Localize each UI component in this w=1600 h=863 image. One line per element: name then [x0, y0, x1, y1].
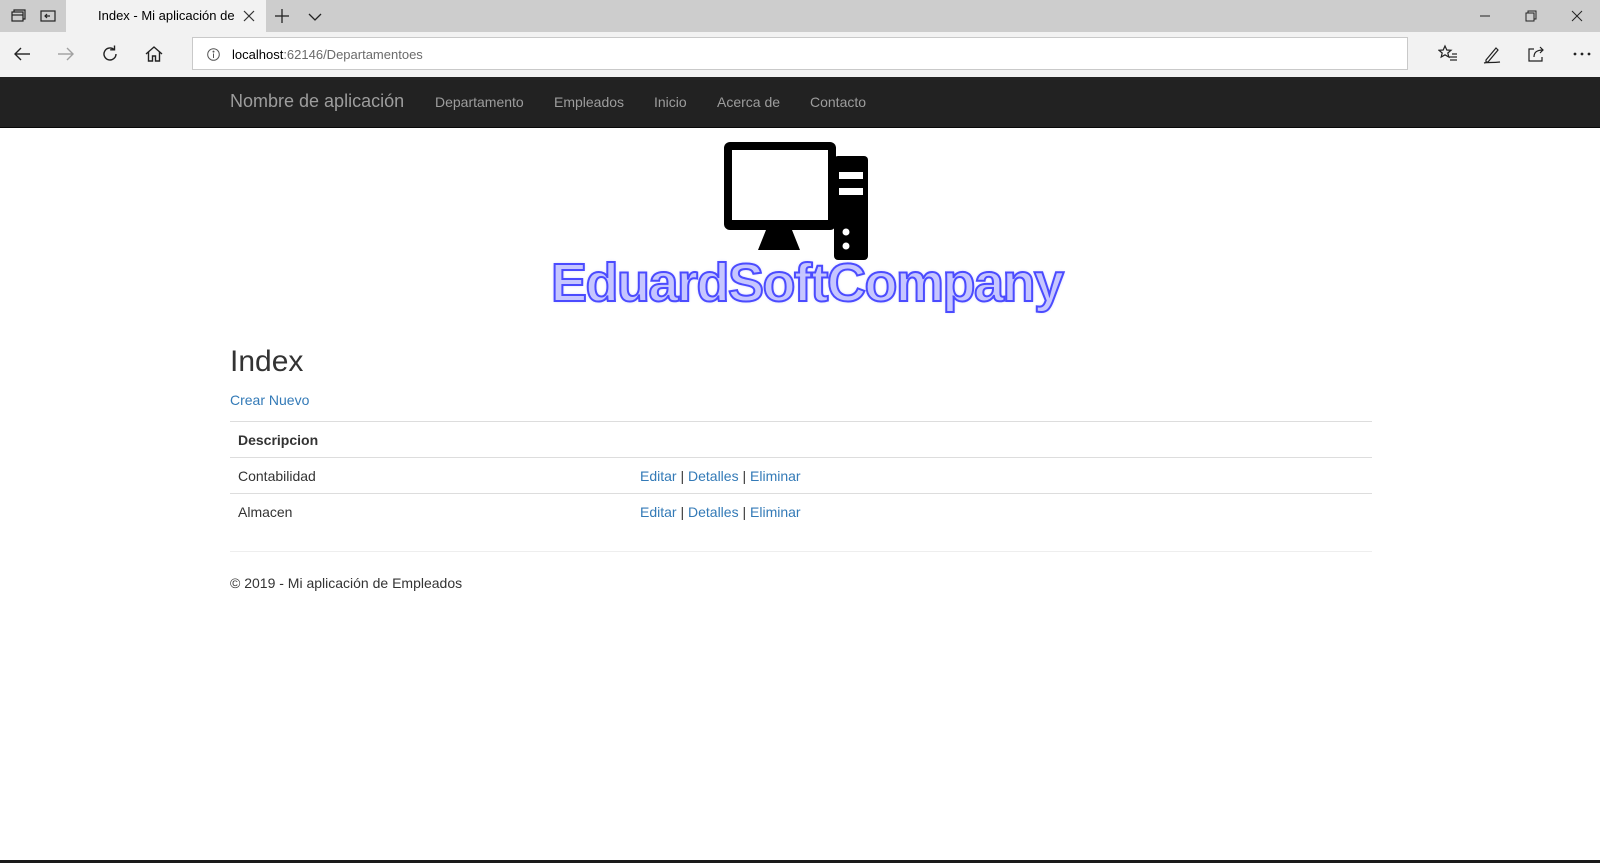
minimize-icon[interactable]: [1462, 0, 1508, 32]
close-icon[interactable]: [1554, 0, 1600, 32]
home-icon[interactable]: [143, 43, 165, 65]
more-icon[interactable]: [1572, 44, 1592, 64]
forward-arrow-icon[interactable]: [55, 43, 77, 65]
nav-link-contacto[interactable]: Contacto: [810, 94, 866, 110]
browser-tab-active[interactable]: Index - Mi aplicación de: [66, 0, 266, 32]
table-header-row: Descripcion: [230, 421, 1372, 458]
url-host: localhost: [232, 47, 284, 62]
page-title: Index: [230, 345, 304, 378]
cell-actions: Editar | Detalles | Eliminar: [632, 457, 1372, 494]
nav-link-inicio[interactable]: Inicio: [654, 94, 687, 110]
navbar-brand[interactable]: Nombre de aplicación: [230, 91, 404, 112]
column-header-actions: [632, 421, 1372, 458]
column-header-descripcion: Descripcion: [230, 421, 632, 458]
plus-icon[interactable]: [274, 8, 290, 24]
delete-link[interactable]: Eliminar: [750, 468, 801, 484]
logo-text: EduardSoftCompany: [550, 252, 1065, 314]
footer-divider: [230, 551, 1372, 552]
footer-text: © 2019 - Mi aplicación de Empleados: [230, 575, 463, 591]
info-icon[interactable]: [207, 48, 220, 61]
url-text: localhost:62146/Departamentoes: [232, 47, 423, 62]
nav-link-acerca-de[interactable]: Acerca de: [717, 94, 780, 110]
departments-table: Descripcion Contabilidad Editar | Detall…: [230, 421, 1372, 530]
table-row: Contabilidad Editar | Detalles | Elimina…: [230, 457, 1372, 494]
table-row: Almacen Editar | Detalles | Eliminar: [230, 493, 1372, 530]
url-path: :62146/Departamentoes: [283, 47, 423, 62]
browser-tab-bar: Index - Mi aplicación de: [0, 0, 1600, 32]
favorites-icon[interactable]: [1437, 44, 1458, 64]
nav-link-empleados[interactable]: Empleados: [554, 94, 624, 110]
close-icon[interactable]: [242, 9, 256, 23]
edit-link[interactable]: Editar: [640, 504, 677, 520]
pen-icon[interactable]: [1482, 44, 1502, 64]
refresh-icon[interactable]: [99, 43, 121, 65]
desktop-computer-icon: [722, 140, 870, 262]
cell-actions: Editar | Detalles | Eliminar: [632, 493, 1372, 530]
details-link[interactable]: Detalles: [688, 468, 739, 484]
separator: |: [680, 503, 685, 520]
separator: |: [742, 467, 747, 484]
nav-link-departamento[interactable]: Departamento: [435, 94, 524, 110]
restore-tabs-icon[interactable]: [38, 6, 58, 26]
tab-title: Index - Mi aplicación de: [98, 8, 235, 23]
delete-link[interactable]: Eliminar: [750, 504, 801, 520]
separator: |: [742, 503, 747, 520]
details-link[interactable]: Detalles: [688, 504, 739, 520]
share-icon[interactable]: [1526, 44, 1546, 64]
cell-descripcion: Almacen: [230, 493, 632, 530]
back-arrow-icon[interactable]: [11, 43, 33, 65]
separator: |: [680, 467, 685, 484]
tabs-aside-icon[interactable]: [8, 6, 28, 26]
url-input[interactable]: localhost:62146/Departamentoes: [192, 37, 1408, 70]
cell-descripcion: Contabilidad: [230, 457, 632, 494]
edit-link[interactable]: Editar: [640, 468, 677, 484]
restore-icon[interactable]: [1508, 0, 1554, 32]
site-navbar: Nombre de aplicación Departamento Emplea…: [0, 77, 1600, 128]
create-new-link[interactable]: Crear Nuevo: [230, 392, 309, 408]
chevron-down-icon[interactable]: [308, 10, 322, 22]
browser-address-bar: localhost:62146/Departamentoes: [0, 32, 1600, 77]
